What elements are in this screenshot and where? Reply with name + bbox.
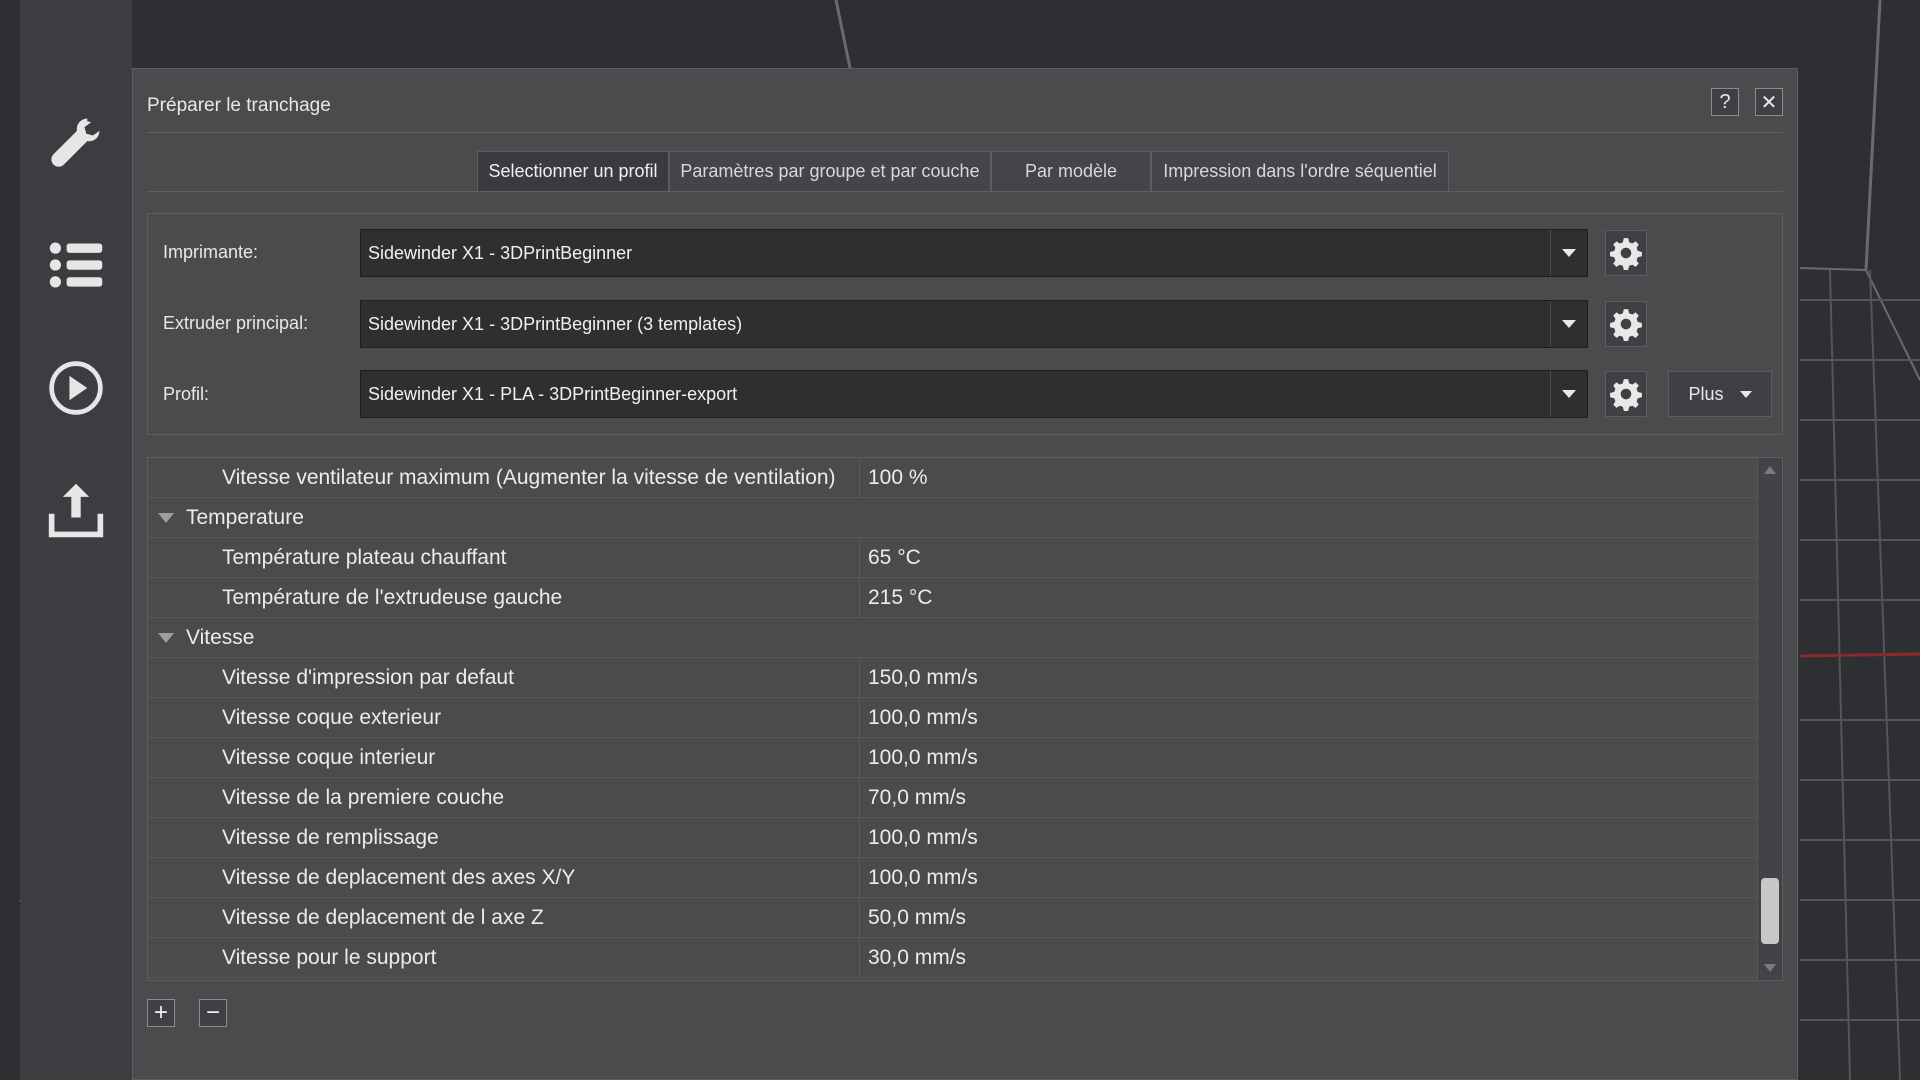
settings-row[interactable]: Vitesse de deplacement de l axe Z 50,0 mm… bbox=[148, 898, 1758, 938]
setting-value[interactable]: 50,0 mm/s bbox=[859, 898, 966, 937]
printer-dropdown[interactable]: Sidewinder X1 - 3DPrintBeginner bbox=[360, 229, 1588, 277]
profile-dropdown[interactable]: Sidewinder X1 - PLA - 3DPrintBeginner-ex… bbox=[360, 370, 1588, 418]
list-icon bbox=[49, 242, 103, 288]
setting-value[interactable]: 70,0 mm/s bbox=[859, 778, 966, 817]
settings-row[interactable]: Vitesse d'impression par defaut 150,0 mm/… bbox=[148, 658, 1758, 698]
settings-group-row[interactable]: Temperature bbox=[148, 498, 1758, 538]
export-button[interactable] bbox=[20, 455, 132, 565]
setting-name: Vitesse coque exterieur bbox=[222, 705, 442, 729]
gear-icon bbox=[1610, 238, 1642, 270]
scroll-up-icon[interactable] bbox=[1764, 466, 1776, 474]
slice-preview-button[interactable] bbox=[20, 333, 132, 443]
setting-value[interactable]: 30,0 mm/s bbox=[859, 938, 966, 977]
settings-row[interactable]: Vitesse de la premiere couche 70,0 mm/s bbox=[148, 778, 1758, 818]
setting-name: Vitesse de deplacement de l axe Z bbox=[222, 905, 544, 929]
setting-name: Vitesse de la premiere couche bbox=[222, 785, 505, 809]
extruder-dropdown[interactable]: Sidewinder X1 - 3DPrintBeginner (3 templ… bbox=[360, 300, 1588, 348]
printer-settings-button[interactable] bbox=[1605, 230, 1647, 276]
vertical-scrollbar[interactable] bbox=[1757, 458, 1782, 980]
close-icon: ✕ bbox=[1760, 91, 1778, 114]
prepare-slicing-dialog: Préparer le tranchage ? ✕ Selectionner u… bbox=[132, 68, 1798, 1080]
dialog-title: Préparer le tranchage bbox=[147, 95, 331, 116]
help-button[interactable]: ? bbox=[1711, 88, 1739, 116]
more-button-label: Plus bbox=[1688, 383, 1724, 404]
settings-row[interactable]: Température plateau chauffant 65 °C bbox=[148, 538, 1758, 578]
settings-row[interactable]: Vitesse de deplacement des axes X/Y 100,0… bbox=[148, 858, 1758, 898]
setting-value[interactable]: 100,0 mm/s bbox=[859, 738, 978, 777]
setting-value[interactable]: 100 % bbox=[859, 458, 928, 497]
tab-group-layer-parameters[interactable]: Paramètres par groupe et par couche bbox=[669, 151, 991, 191]
extruder-settings-button[interactable] bbox=[1605, 301, 1647, 347]
setting-name: Vitesse de deplacement des axes X/Y bbox=[222, 865, 576, 889]
tabs-underline bbox=[147, 191, 1783, 192]
profile-settings-button[interactable] bbox=[1605, 371, 1647, 417]
chevron-down-icon bbox=[1739, 390, 1752, 398]
setting-name: Vitesse pour le support bbox=[222, 945, 437, 969]
gear-icon bbox=[1610, 309, 1642, 341]
setting-name: Temperature bbox=[186, 505, 304, 529]
expand-triangle-icon[interactable] bbox=[158, 513, 174, 523]
wrench-icon bbox=[51, 118, 100, 167]
setting-name: Vitesse coque interieur bbox=[222, 745, 436, 769]
printer-label: Imprimante: bbox=[163, 242, 259, 262]
gear-icon bbox=[1610, 379, 1642, 411]
profile-selection-panel: Imprimante: Sidewinder X1 - 3DPrintBegin… bbox=[147, 213, 1783, 435]
chevron-down-icon bbox=[1550, 301, 1587, 347]
upload-icon bbox=[48, 483, 104, 538]
scroll-down-icon[interactable] bbox=[1764, 964, 1776, 972]
scroll-thumb[interactable] bbox=[1761, 878, 1779, 944]
settings-group-row[interactable]: Vitesse bbox=[148, 618, 1758, 658]
expand-triangle-icon[interactable] bbox=[158, 633, 174, 643]
prepare-tool-button[interactable] bbox=[20, 88, 132, 198]
more-button[interactable]: Plus bbox=[1668, 371, 1772, 417]
setting-value[interactable]: 150,0 mm/s bbox=[859, 658, 978, 697]
remove-setting-button[interactable]: − bbox=[199, 999, 227, 1027]
chevron-down-icon bbox=[1550, 230, 1587, 276]
tab-per-model[interactable]: Par modèle bbox=[991, 151, 1151, 191]
settings-rows: Vitesse ventilateur maximum (Augmenter l… bbox=[148, 458, 1758, 978]
tab-bar: Selectionner un profil Paramètres par gr… bbox=[477, 151, 1449, 191]
tab-select-profile[interactable]: Selectionner un profil bbox=[477, 151, 669, 191]
settings-row[interactable]: Vitesse coque interieur 100,0 mm/s bbox=[148, 738, 1758, 778]
setting-value[interactable]: 100,0 mm/s bbox=[859, 858, 978, 897]
play-icon bbox=[49, 361, 103, 415]
add-setting-button[interactable]: + bbox=[147, 999, 175, 1027]
setting-value[interactable]: 100,0 mm/s bbox=[859, 698, 978, 737]
close-button[interactable]: ✕ bbox=[1755, 88, 1783, 116]
settings-row[interactable]: Vitesse pour le support 30,0 mm/s bbox=[148, 938, 1758, 978]
setting-value[interactable]: 215 °C bbox=[859, 578, 932, 617]
settings-row[interactable]: Vitesse ventilateur maximum (Augmenter l… bbox=[148, 458, 1758, 498]
setting-value[interactable]: 65 °C bbox=[859, 538, 921, 577]
settings-row[interactable]: Vitesse de remplissage 100,0 mm/s bbox=[148, 818, 1758, 858]
settings-row[interactable]: Température de l'extrudeuse gauche 215 °C bbox=[148, 578, 1758, 618]
extruder-label: Extruder principal: bbox=[163, 313, 309, 333]
setting-name: Température de l'extrudeuse gauche bbox=[222, 585, 563, 609]
setting-name: Vitesse bbox=[186, 625, 255, 649]
left-toolbar bbox=[20, 0, 148, 1080]
setting-name: Température plateau chauffant bbox=[222, 545, 507, 569]
chevron-down-icon bbox=[1550, 371, 1587, 417]
settings-row[interactable]: Vitesse coque exterieur 100,0 mm/s bbox=[148, 698, 1758, 738]
settings-table[interactable]: Vitesse ventilateur maximum (Augmenter l… bbox=[147, 457, 1783, 981]
settings-list-button[interactable] bbox=[20, 210, 132, 320]
setting-name: Vitesse d'impression par defaut bbox=[222, 665, 514, 689]
tab-sequential-printing[interactable]: Impression dans l'ordre séquentiel bbox=[1151, 151, 1449, 191]
title-separator bbox=[147, 132, 1783, 133]
printer-value: Sidewinder X1 - 3DPrintBeginner bbox=[368, 242, 633, 263]
profile-label: Profil: bbox=[163, 384, 210, 404]
setting-name: Vitesse de remplissage bbox=[222, 825, 439, 849]
extruder-value: Sidewinder X1 - 3DPrintBeginner (3 templ… bbox=[368, 313, 743, 334]
setting-value[interactable]: 100,0 mm/s bbox=[859, 818, 978, 857]
setting-name: Vitesse ventilateur maximum (Augmenter l… bbox=[222, 465, 836, 489]
profile-value: Sidewinder X1 - PLA - 3DPrintBeginner-ex… bbox=[368, 383, 738, 404]
